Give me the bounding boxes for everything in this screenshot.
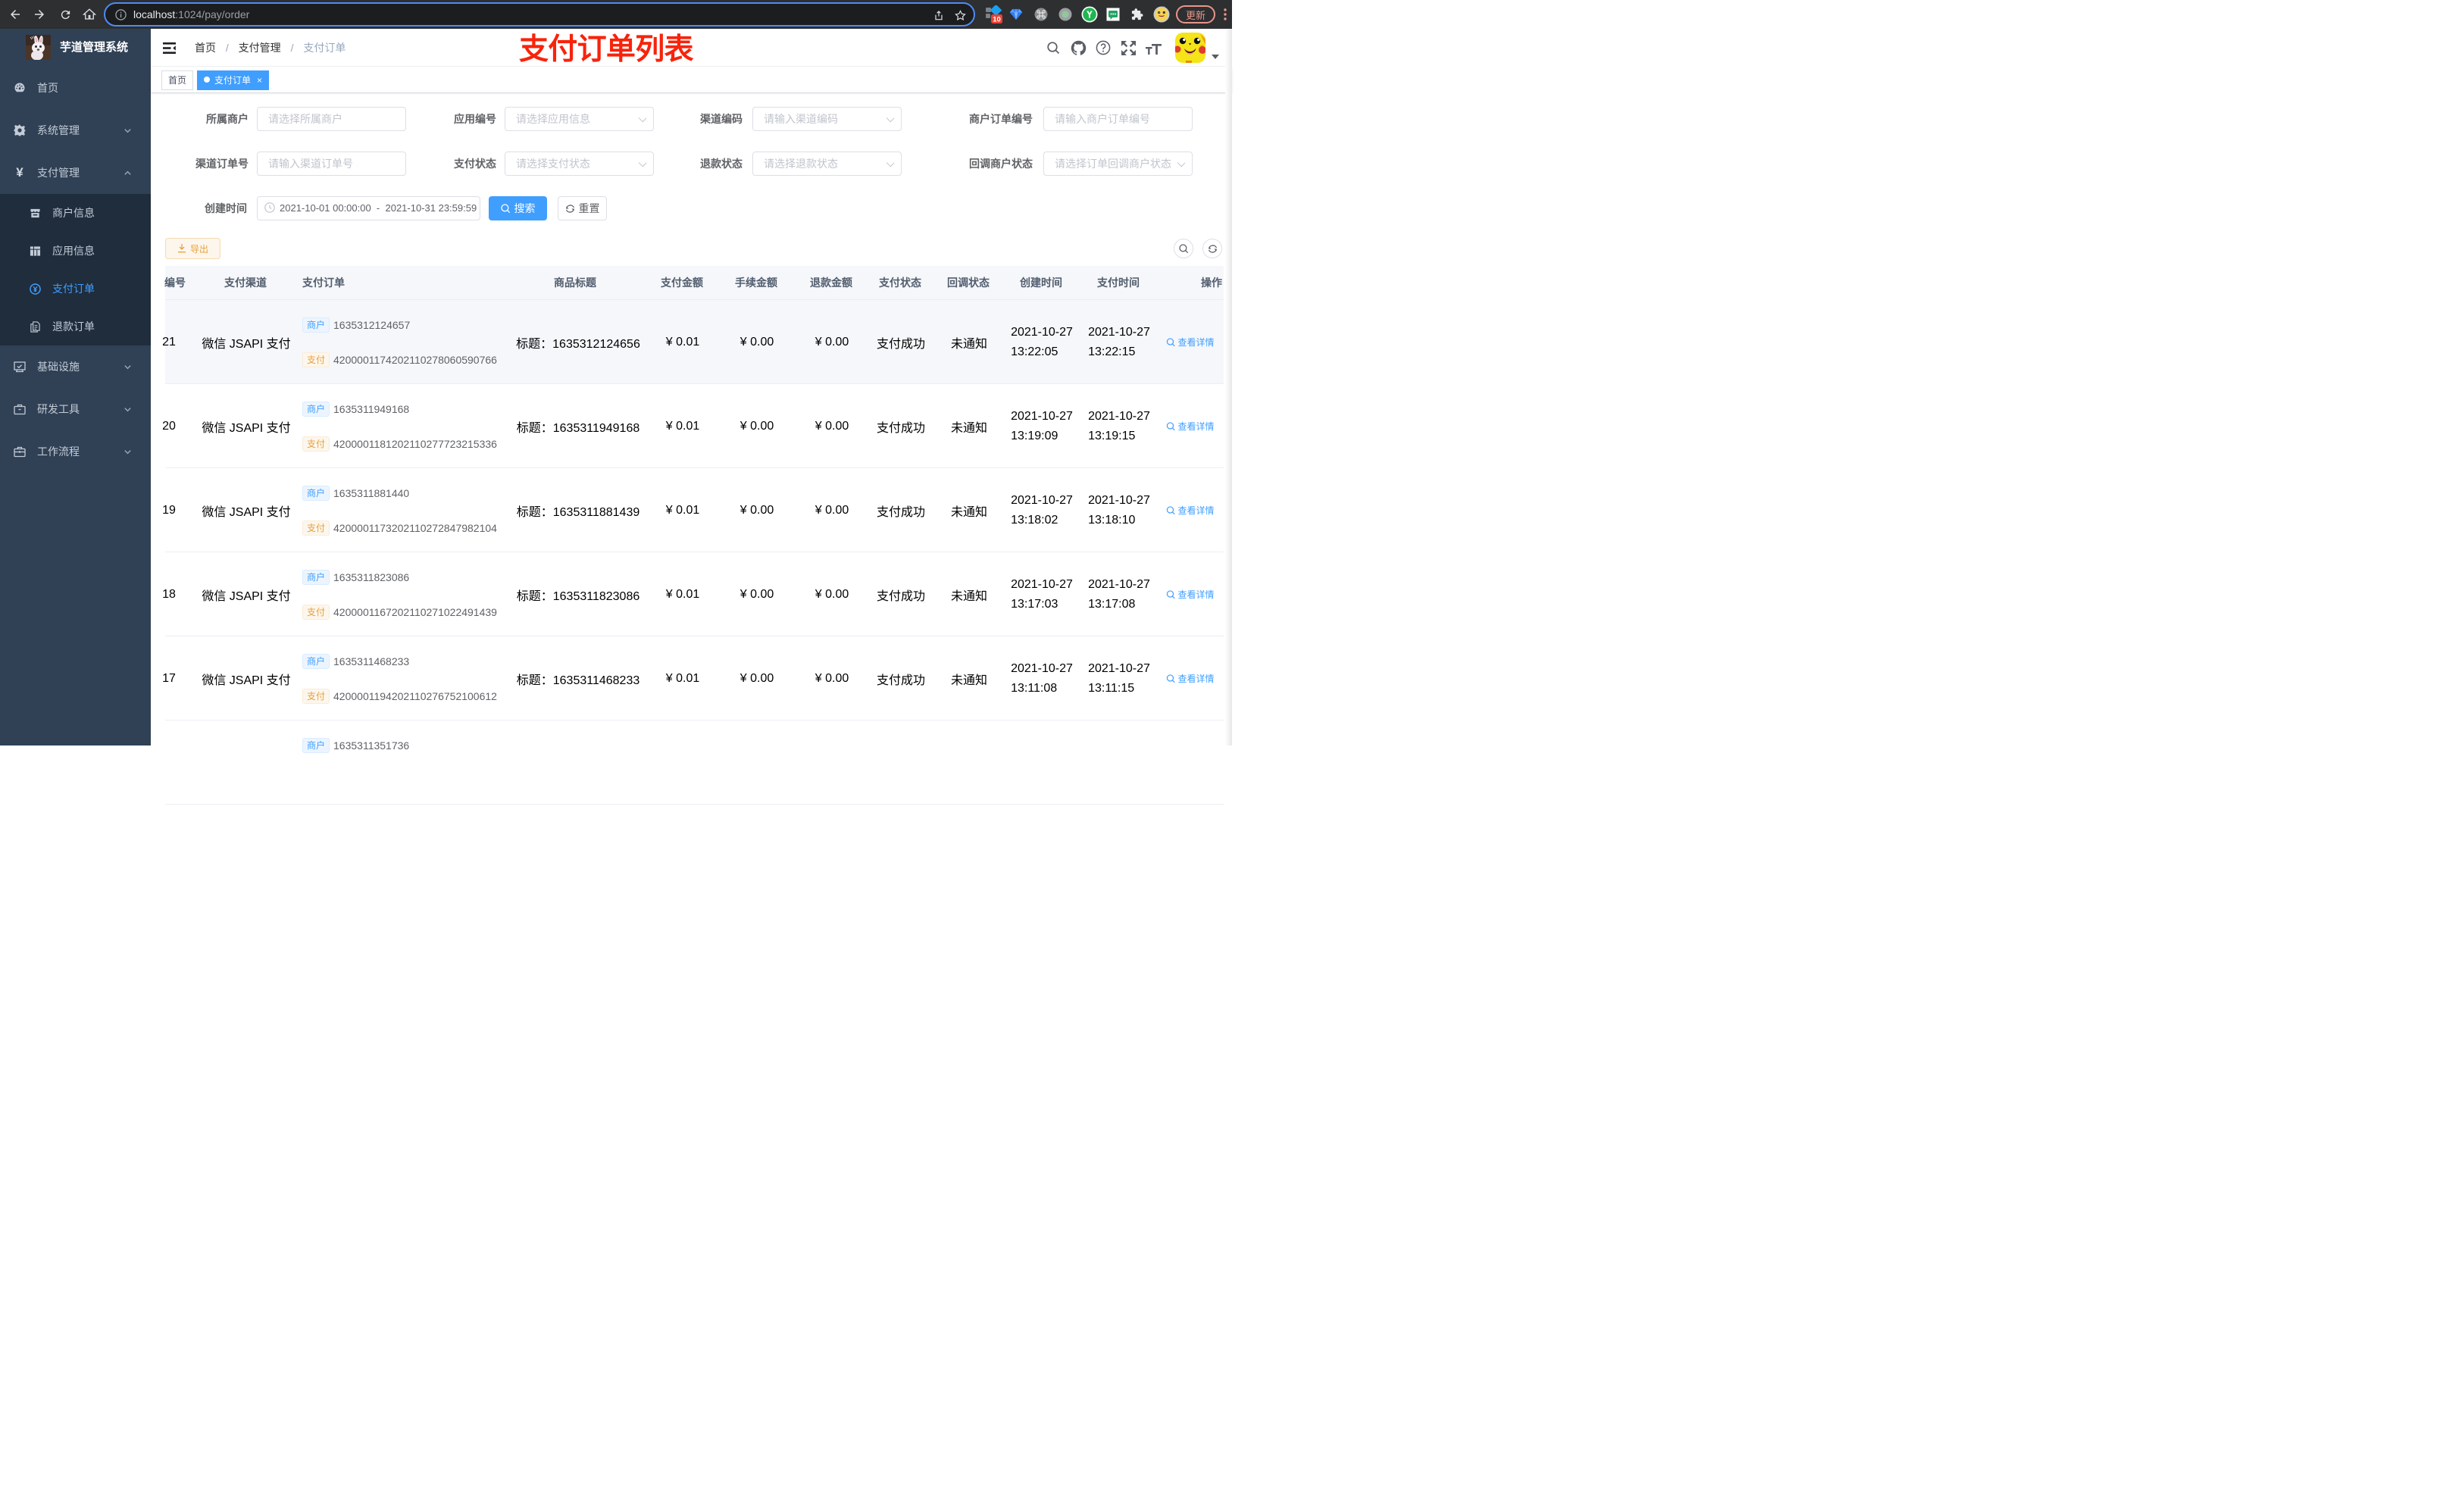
svg-text:10: 10	[993, 16, 1001, 24]
